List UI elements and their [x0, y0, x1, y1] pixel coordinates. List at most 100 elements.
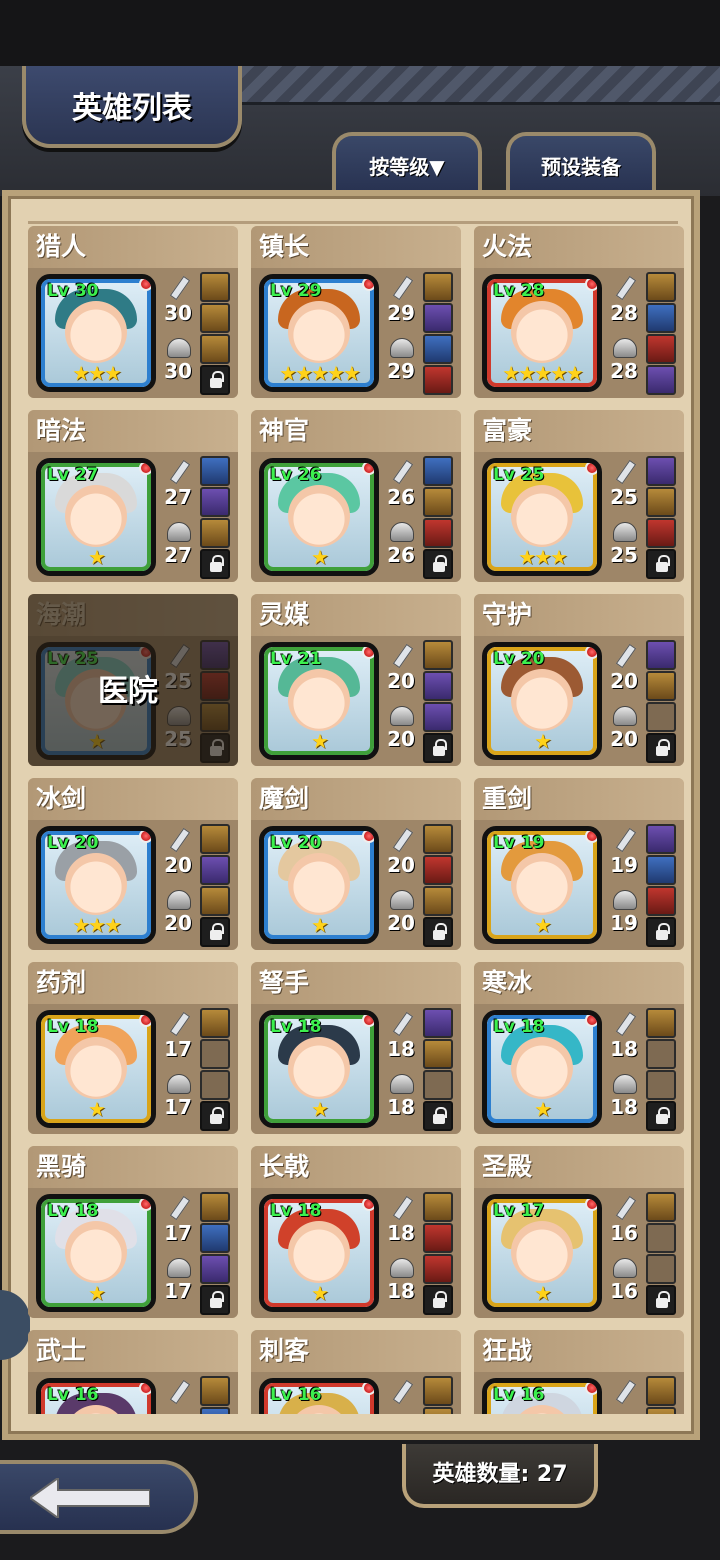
locked-slot-icon[interactable] — [423, 1101, 453, 1131]
equipment-slot[interactable] — [646, 334, 676, 364]
equipment-slot[interactable] — [423, 702, 453, 732]
hero-portrait[interactable]: Lv 21 ★ — [259, 642, 379, 760]
hero-card[interactable]: 守护 Lv 20 ★ 20 20 — [474, 594, 684, 766]
equipment-slot[interactable] — [200, 1070, 230, 1100]
hero-portrait[interactable]: Lv 16 — [259, 1378, 379, 1414]
hero-card[interactable]: 药剂 Lv 18 ★ 17 17 — [28, 962, 238, 1134]
locked-slot-icon[interactable] — [200, 549, 230, 579]
locked-slot-icon[interactable] — [200, 1285, 230, 1315]
hero-portrait[interactable]: Lv 17 ★ — [482, 1194, 602, 1312]
hero-portrait[interactable]: Lv 18 ★ — [482, 1010, 602, 1128]
equipment-slot[interactable] — [200, 1254, 230, 1284]
hero-portrait[interactable]: Lv 18 ★ — [36, 1194, 156, 1312]
equipment-slot[interactable] — [200, 487, 230, 517]
equipment-slot[interactable] — [423, 1407, 453, 1414]
equipment-slot[interactable] — [646, 1008, 676, 1038]
hero-grid[interactable]: 猎人 Lv 30 ★★★ 30 30 镇长 Lv 29 ★★★★★ 29 29 火法 Lv 28 ★★★… — [28, 226, 696, 1414]
equipment-slot[interactable] — [646, 671, 676, 701]
equipment-slot[interactable] — [423, 671, 453, 701]
hero-card[interactable]: 武士 Lv 16 — [28, 1330, 238, 1414]
hero-portrait[interactable]: Lv 20 ★★★ — [36, 826, 156, 944]
hero-card[interactable]: 狂战 Lv 16 — [474, 1330, 684, 1414]
locked-slot-icon[interactable] — [200, 917, 230, 947]
equipment-slot[interactable] — [646, 303, 676, 333]
equipment-slot[interactable] — [200, 1223, 230, 1253]
hero-card[interactable]: 火法 Lv 28 ★★★★★ 28 28 — [474, 226, 684, 398]
hero-portrait[interactable]: Lv 20 ★ — [259, 826, 379, 944]
equipment-slot[interactable] — [646, 272, 676, 302]
hero-portrait[interactable]: Lv 18 ★ — [259, 1010, 379, 1128]
locked-slot-icon[interactable] — [646, 733, 676, 763]
hero-card[interactable]: 重剑 Lv 19 ★ 19 19 — [474, 778, 684, 950]
equipment-slot[interactable] — [646, 855, 676, 885]
hero-card[interactable]: 黑骑 Lv 18 ★ 17 17 — [28, 1146, 238, 1318]
equipment-slot[interactable] — [646, 824, 676, 854]
preset-equipment-button[interactable]: 预设装备 — [506, 132, 656, 194]
equipment-slot[interactable] — [200, 886, 230, 916]
hero-card[interactable]: 圣殿 Lv 17 ★ 16 16 — [474, 1146, 684, 1318]
equipment-slot[interactable] — [423, 303, 453, 333]
locked-slot-icon[interactable] — [423, 733, 453, 763]
equipment-slot[interactable] — [646, 456, 676, 486]
equipment-slot[interactable] — [646, 1254, 676, 1284]
equipment-slot[interactable] — [423, 487, 453, 517]
hero-card[interactable]: 寒冰 Lv 18 ★ 18 18 — [474, 962, 684, 1134]
hero-portrait[interactable]: Lv 30 ★★★ — [36, 274, 156, 392]
locked-slot-icon[interactable] — [423, 917, 453, 947]
equipment-slot[interactable] — [423, 1192, 453, 1222]
equipment-slot[interactable] — [646, 365, 676, 395]
equipment-slot[interactable] — [646, 518, 676, 548]
hero-card[interactable]: 神官 Lv 26 ★ 26 26 — [251, 410, 461, 582]
hero-portrait[interactable]: Lv 25 ★★★ — [482, 458, 602, 576]
equipment-slot[interactable] — [200, 1039, 230, 1069]
hero-card[interactable]: 灵媒 Lv 21 ★ 20 20 — [251, 594, 461, 766]
hero-portrait[interactable]: Lv 18 ★ — [36, 1010, 156, 1128]
equipment-slot[interactable] — [646, 640, 676, 670]
equipment-slot[interactable] — [423, 824, 453, 854]
equipment-slot[interactable] — [423, 1376, 453, 1406]
hero-portrait[interactable]: Lv 18 ★ — [259, 1194, 379, 1312]
equipment-slot[interactable] — [200, 518, 230, 548]
equipment-slot[interactable] — [200, 456, 230, 486]
hero-card[interactable]: 猎人 Lv 30 ★★★ 30 30 — [28, 226, 238, 398]
hero-card[interactable]: 长戟 Lv 18 ★ 18 18 — [251, 1146, 461, 1318]
equipment-slot[interactable] — [200, 1376, 230, 1406]
hero-portrait[interactable]: Lv 27 ★ — [36, 458, 156, 576]
locked-slot-icon[interactable] — [200, 365, 230, 395]
equipment-slot[interactable] — [200, 824, 230, 854]
locked-slot-icon[interactable] — [200, 1101, 230, 1131]
hero-card[interactable]: 海潮Lv 25★2525医院 — [28, 594, 238, 766]
equipment-slot[interactable] — [423, 1070, 453, 1100]
equipment-slot[interactable] — [423, 640, 453, 670]
equipment-slot[interactable] — [200, 1008, 230, 1038]
equipment-slot[interactable] — [423, 855, 453, 885]
back-button[interactable] — [0, 1460, 198, 1534]
equipment-slot[interactable] — [200, 1192, 230, 1222]
hero-portrait[interactable]: Lv 16 — [482, 1378, 602, 1414]
hero-card[interactable]: 冰剑 Lv 20 ★★★ 20 20 — [28, 778, 238, 950]
equipment-slot[interactable] — [200, 855, 230, 885]
hero-card[interactable]: 魔剑 Lv 20 ★ 20 20 — [251, 778, 461, 950]
equipment-slot[interactable] — [646, 1070, 676, 1100]
equipment-slot[interactable] — [646, 886, 676, 916]
hero-card[interactable]: 富豪 Lv 25 ★★★ 25 25 — [474, 410, 684, 582]
equipment-slot[interactable] — [423, 886, 453, 916]
locked-slot-icon[interactable] — [423, 549, 453, 579]
equipment-slot[interactable] — [646, 1192, 676, 1222]
hero-card[interactable]: 弩手 Lv 18 ★ 18 18 — [251, 962, 461, 1134]
equipment-slot[interactable] — [646, 1039, 676, 1069]
hero-portrait[interactable]: Lv 29 ★★★★★ — [259, 274, 379, 392]
equipment-slot[interactable] — [423, 518, 453, 548]
locked-slot-icon[interactable] — [646, 1285, 676, 1315]
locked-slot-icon[interactable] — [646, 917, 676, 947]
equipment-slot[interactable] — [646, 1223, 676, 1253]
equipment-slot[interactable] — [423, 365, 453, 395]
sort-by-level-button[interactable]: 按等级▼ — [332, 132, 482, 194]
equipment-slot[interactable] — [423, 272, 453, 302]
equipment-slot[interactable] — [423, 1254, 453, 1284]
equipment-slot[interactable] — [646, 1376, 676, 1406]
locked-slot-icon[interactable] — [646, 549, 676, 579]
equipment-slot[interactable] — [646, 702, 676, 732]
locked-slot-icon[interactable] — [423, 1285, 453, 1315]
equipment-slot[interactable] — [646, 487, 676, 517]
